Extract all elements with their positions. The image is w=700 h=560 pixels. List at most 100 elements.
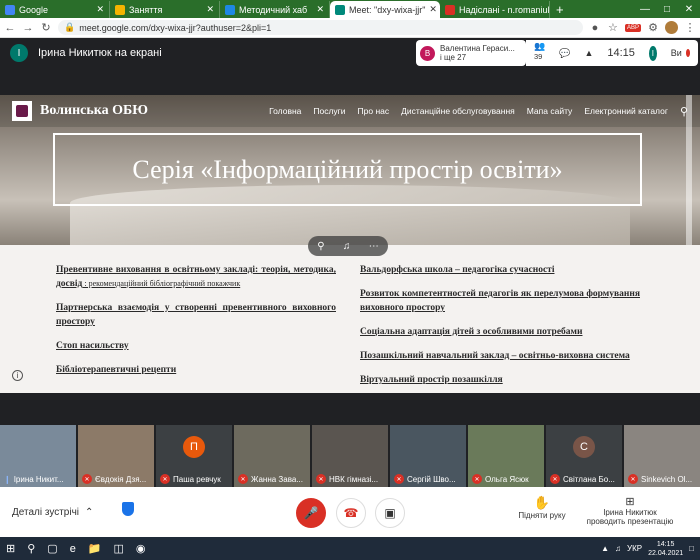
- tab-title: Надіслані - n.romaniuk@: [459, 4, 549, 15]
- volume-icon[interactable]: ♫: [343, 241, 351, 252]
- hand-icon: ✋: [533, 495, 551, 510]
- mic-muted-icon: ✕: [316, 474, 326, 484]
- nav-item[interactable]: Мапа сайту: [527, 106, 573, 116]
- adblock-icon[interactable]: ABP: [624, 23, 641, 32]
- close-window-icon[interactable]: ✕: [678, 4, 700, 15]
- more-options-icon[interactable]: ⋯: [369, 241, 379, 252]
- participant-tile[interactable]: ✕ Ольга Ясюк: [468, 425, 544, 487]
- back-icon[interactable]: ←: [4, 22, 16, 34]
- active-speaker-card[interactable]: В Валентина Гераси... і ще 27: [416, 40, 526, 66]
- nav-item[interactable]: Послуги: [313, 106, 345, 116]
- mic-muted-icon: ✕: [394, 474, 404, 484]
- camera-permission-icon[interactable]: ●: [589, 22, 601, 34]
- camera-button[interactable]: ▣: [375, 498, 405, 528]
- browser-tab[interactable]: Google ✕: [0, 1, 110, 18]
- activities-icon[interactable]: ▲: [584, 48, 593, 58]
- speaker-name: Валентина Гераси...: [440, 44, 515, 53]
- browser-tab[interactable]: Meet: "dxy-wixa-jjr" ✕: [330, 1, 440, 18]
- participant-tile[interactable]: ❙ Ірина Никит...: [0, 425, 76, 487]
- search-taskbar-icon[interactable]: ⚲: [27, 542, 35, 555]
- participant-tile[interactable]: П ✕ Паша ревчук: [156, 425, 232, 487]
- lock-icon: 🔒: [64, 22, 76, 32]
- participant-name: Ольга Ясюк: [485, 474, 529, 484]
- network-icon[interactable]: ▲: [601, 544, 609, 553]
- catalog-link[interactable]: Стоп насильству: [56, 339, 336, 353]
- notifications-icon[interactable]: □: [689, 544, 694, 553]
- tab-close-icon[interactable]: ✕: [316, 4, 324, 15]
- present-now-button[interactable]: ⊞ Ірина Никитюк проводить презентацію: [580, 495, 680, 526]
- catalog-link[interactable]: Бібліотерапевтичні рецепти: [56, 363, 336, 377]
- participant-name: Світлана Бо...: [563, 474, 615, 484]
- tab-favicon-icon: [115, 4, 125, 15]
- participant-name: НВК гімназі...: [329, 474, 379, 484]
- mic-muted-icon: ✕: [160, 474, 170, 484]
- tab-close-icon[interactable]: ✕: [96, 4, 104, 15]
- participants-button[interactable]: 👥39: [534, 41, 545, 65]
- browser-tab[interactable]: Надіслані - n.romaniuk@✕: [440, 1, 550, 18]
- chrome-icon[interactable]: ◉: [136, 542, 146, 555]
- meeting-details-button[interactable]: Деталі зустрічі ⌃: [12, 507, 93, 518]
- nav-item[interactable]: Електронний каталог: [584, 106, 668, 116]
- start-icon[interactable]: ⊞: [6, 542, 15, 555]
- profile-avatar[interactable]: [665, 21, 678, 34]
- raise-hand-button[interactable]: ✋ Підняти руку: [510, 495, 574, 520]
- browser-tab[interactable]: Заняття ✕: [110, 1, 220, 18]
- catalog-link[interactable]: Розвиток компетентностей педагогів як пе…: [360, 287, 640, 315]
- participant-name: Ірина Никит...: [13, 475, 64, 484]
- catalog-link[interactable]: Віртуальний простір позашкілля: [360, 373, 640, 387]
- clock[interactable]: 14:15 22.04.2021: [648, 540, 683, 558]
- participant-name-row: ✕ НВК гімназі...: [316, 474, 378, 484]
- store-icon[interactable]: ◫: [114, 542, 124, 555]
- nav-item[interactable]: Про нас: [358, 106, 390, 116]
- tab-close-icon[interactable]: ✕: [206, 4, 214, 15]
- keyboard-language[interactable]: УКР: [627, 544, 642, 553]
- chevron-up-icon: ⌃: [85, 506, 94, 518]
- presenter-avatar: І: [10, 44, 28, 62]
- chat-icon[interactable]: 💬: [559, 48, 570, 59]
- participant-tile[interactable]: С ✕ Світлана Бо...: [546, 425, 622, 487]
- explorer-icon[interactable]: 📁: [88, 542, 102, 555]
- info-icon[interactable]: i: [12, 370, 23, 381]
- browser-tab[interactable]: Методичний хаб ✕: [220, 1, 330, 18]
- banner-title: Серія «Інформаційний простір освіти»: [53, 133, 642, 206]
- catalog-link[interactable]: Вальдорфська школа – педагогіка сучаснос…: [360, 263, 640, 277]
- catalog-link[interactable]: Соціальна адаптація дітей з особливими п…: [360, 325, 640, 339]
- window-controls: — □ ✕: [634, 0, 700, 18]
- new-tab-button[interactable]: +: [550, 1, 570, 18]
- minimize-icon[interactable]: —: [634, 4, 656, 15]
- participant-tile[interactable]: ✕ Євдокія Дзя...: [78, 425, 154, 487]
- pin-icon[interactable]: ⚲: [317, 241, 324, 252]
- maximize-icon[interactable]: □: [656, 4, 678, 15]
- presentation-toolbar: ⚲ ♫ ⋯: [308, 236, 388, 256]
- scrollbar[interactable]: [686, 95, 692, 245]
- tab-close-icon[interactable]: ✕: [429, 4, 437, 15]
- participant-tile[interactable]: ✕ Жанна Зава...: [234, 425, 310, 487]
- task-view-icon[interactable]: ▢: [47, 542, 57, 555]
- nav-item[interactable]: Дистанційне обслуговування: [401, 106, 515, 116]
- edge-icon[interactable]: e: [70, 543, 76, 555]
- participant-avatar: П: [183, 436, 205, 458]
- menu-icon[interactable]: ⋮: [684, 21, 696, 34]
- participant-tile[interactable]: ✕ НВК гімназі...: [312, 425, 388, 487]
- participant-name-row: ✕ Паша ревчук: [160, 474, 221, 484]
- presenter-line1: Ірина Никитюк: [603, 508, 657, 517]
- forward-icon[interactable]: →: [22, 22, 34, 34]
- presenter-line2: проводить презентацію: [586, 517, 674, 526]
- catalog-link[interactable]: Превентивне виховання в освітньому закла…: [56, 263, 336, 291]
- microphone-off-button[interactable]: 🎤: [296, 498, 326, 528]
- nav-item[interactable]: Головна: [269, 106, 301, 116]
- catalog-link[interactable]: Позашкільний навчальний заклад – освітнь…: [360, 349, 640, 363]
- reload-icon[interactable]: ↻: [40, 21, 52, 34]
- participant-tile[interactable]: ✕ Sinkevich Ol...: [624, 425, 700, 487]
- volume-tray-icon[interactable]: ♫: [615, 544, 621, 553]
- star-icon[interactable]: ☆: [607, 21, 619, 34]
- url-field[interactable]: 🔒 meet.google.com/dxy-wixa-jjr?authuser=…: [58, 20, 583, 35]
- catalog-link[interactable]: Партнерська взаємодія у створенні превен…: [56, 301, 336, 329]
- extensions-icon[interactable]: ⚙: [647, 21, 659, 34]
- mic-muted-icon: ✕: [238, 474, 248, 484]
- participant-tile[interactable]: ✕ Сергій Шво...: [390, 425, 466, 487]
- host-controls-icon[interactable]: [122, 502, 134, 516]
- leave-call-button[interactable]: ☎: [336, 498, 366, 528]
- participant-name-row: ✕ Жанна Зава...: [238, 474, 303, 484]
- participant-name: Паша ревчук: [173, 474, 221, 484]
